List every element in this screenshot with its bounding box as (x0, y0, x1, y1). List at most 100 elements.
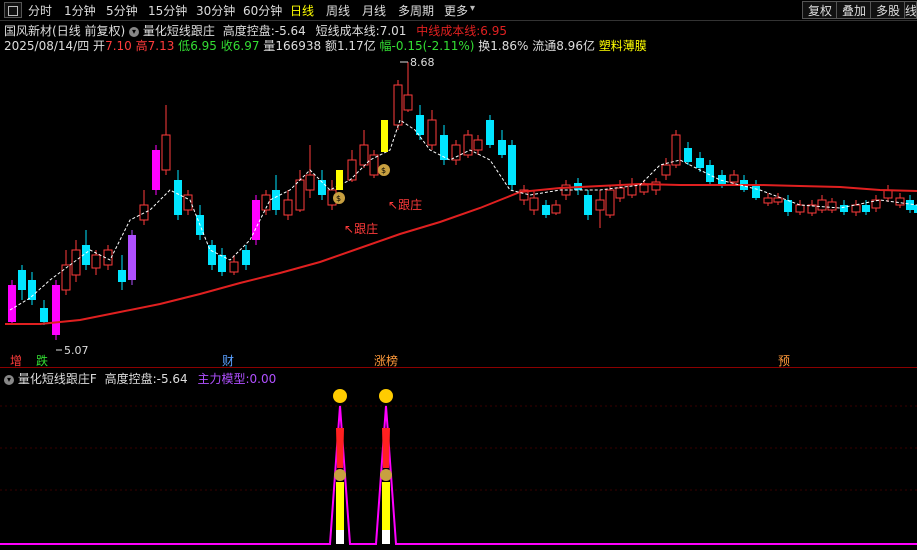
candle-body (773, 197, 783, 203)
sub-indicator-header: ▾ 量化短线跟庄F 高度控盘:-5.64 主力模型:0.00 (4, 370, 276, 387)
toolbar: 分时 1分钟 5分钟 15分钟 30分钟 60分钟 日线 周线 月线 多周期 更… (0, 0, 917, 20)
spike-fill-red-2 (382, 428, 390, 468)
multi-stock-button[interactable]: 多股 (870, 1, 906, 19)
candle-body (696, 158, 704, 168)
candle-body (605, 189, 615, 216)
candle-body (283, 199, 293, 216)
candle-body (684, 148, 692, 162)
model-label: 主力模型: (197, 372, 250, 386)
spike-bar-white-1 (336, 530, 344, 544)
cost-value: 7.01 (379, 24, 407, 38)
candle-body (827, 201, 837, 211)
candle-body (427, 119, 437, 146)
tab-period-30min[interactable]: 30分钟 (196, 2, 235, 19)
candle-body (229, 261, 239, 273)
tab-period-multi[interactable]: 多周期 (398, 2, 434, 19)
square-icon (8, 6, 18, 16)
toolbar-divider (0, 20, 917, 21)
spike-fill-red-1 (336, 428, 344, 468)
candle-body (118, 270, 126, 282)
tab-period-more[interactable]: 更多 (444, 2, 468, 19)
money-bag-symbol: $ (336, 194, 341, 203)
candle-body (40, 308, 48, 322)
candlestick-chart[interactable]: $ $ ↖跟庄 ↖跟庄 8.68 5.07 (0, 50, 917, 370)
candle-body (595, 199, 605, 211)
tab-period-monthly[interactable]: 月线 (362, 2, 386, 19)
candle-body (28, 280, 36, 300)
signal-bar-yellow-2 (381, 120, 388, 152)
panel-divider (0, 367, 917, 368)
candle-body (498, 140, 506, 155)
candle-body (651, 181, 661, 191)
menu-icon[interactable] (4, 2, 22, 18)
candle-body (862, 205, 870, 212)
candle-body (551, 204, 561, 214)
candle-body (763, 197, 773, 204)
mid-cost-label: 中线成本线: (416, 24, 481, 38)
candle-body (347, 159, 357, 181)
candle-body (486, 120, 494, 145)
smiley-icon (379, 389, 393, 403)
candle-body (242, 250, 250, 265)
stock-name: 国风新材 (4, 24, 53, 38)
candle-body (473, 139, 483, 151)
candle-body (752, 185, 760, 198)
tab-period-intraday[interactable]: 分时 (28, 2, 52, 19)
candle-body (615, 187, 625, 199)
candle-body (152, 150, 160, 190)
candle-body (91, 254, 101, 269)
candle-body (272, 190, 280, 210)
tab-period-60min[interactable]: 60分钟 (243, 2, 282, 19)
candle-body (305, 174, 315, 191)
candle-body (729, 174, 739, 183)
candle-body (174, 180, 182, 215)
indicator-toggle-icon[interactable]: ▾ (129, 26, 140, 37)
money-bag-symbol: $ (381, 166, 386, 175)
sub-indicator-chart[interactable] (0, 388, 917, 548)
candle-body (840, 205, 848, 212)
height-label: 高度控盘: (222, 24, 275, 38)
line-button[interactable]: 线 (904, 1, 917, 19)
candle-body (817, 199, 827, 211)
model-value: 0.00 (249, 372, 277, 386)
candle-body (416, 115, 424, 135)
sub-indicator-toggle-icon[interactable]: ▾ (4, 374, 14, 385)
mid-cost-value: 6.95 (480, 24, 507, 38)
model-line (0, 405, 917, 545)
tab-period-daily[interactable]: 日线 (290, 2, 314, 19)
candle-body (295, 179, 305, 211)
candle-body (52, 285, 60, 335)
candle-body (795, 204, 805, 213)
candle-body (895, 197, 905, 206)
sub-indicator-name[interactable]: 量化短线跟庄F (18, 372, 97, 386)
adjust-button[interactable]: 复权 (802, 1, 838, 19)
candle-body (508, 145, 516, 185)
candle-body (128, 235, 136, 280)
candle-body (584, 195, 592, 215)
tab-period-1min[interactable]: 1分钟 (64, 2, 96, 19)
height-value: -5.64 (274, 24, 306, 38)
event-marker-row: 增 跌 财 涨榜 预 (0, 352, 917, 368)
candle-body (393, 84, 403, 126)
sub-height-value: -5.64 (156, 372, 188, 386)
candle-body (403, 94, 413, 111)
tab-period-weekly[interactable]: 周线 (326, 2, 350, 19)
candle-body (639, 184, 649, 193)
chevron-down-icon[interactable]: ▾ (470, 3, 475, 14)
money-bag-icon (380, 469, 392, 481)
candle-body (851, 204, 861, 213)
candle-body (18, 270, 26, 290)
sub-height-label: 高度控盘: (104, 372, 157, 386)
overlay-button[interactable]: 叠加 (836, 1, 872, 19)
candle-body (784, 200, 792, 212)
tab-period-15min[interactable]: 15分钟 (148, 2, 187, 19)
grid-lines (0, 405, 917, 491)
signal-bar-yellow-1 (336, 170, 343, 190)
annotation-follow-1: ↖跟庄 (344, 221, 378, 236)
cost-label: 短线成本线: (315, 24, 380, 38)
indicator-name[interactable]: 量化短线跟庄 (143, 24, 215, 38)
tab-period-5min[interactable]: 5分钟 (106, 2, 138, 19)
spike-bar-yellow-2 (382, 482, 390, 530)
spike-bar-white-2 (382, 530, 390, 544)
spike-bar-yellow-1 (336, 482, 344, 530)
